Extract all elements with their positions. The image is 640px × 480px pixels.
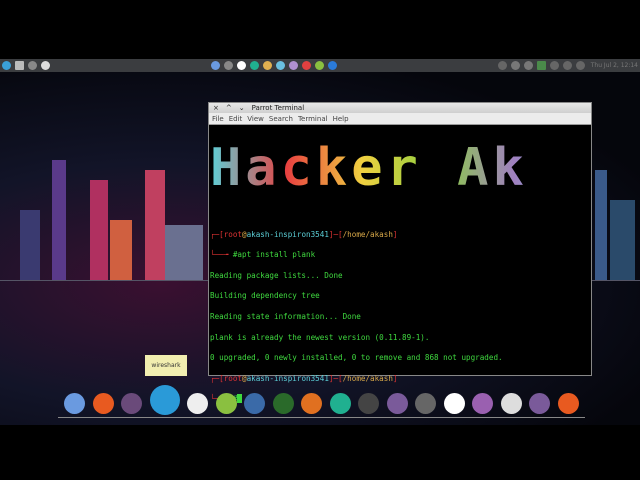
clock[interactable]: Thu Jul 2, 12:14 [591, 62, 638, 69]
dock-text-editor-icon[interactable] [472, 393, 494, 414]
dock-files-icon[interactable] [386, 393, 408, 414]
close-icon[interactable]: × [213, 104, 219, 112]
dock-firefox-2-icon[interactable] [557, 393, 579, 414]
launcher-icon[interactable] [236, 61, 246, 70]
dock-image-viewer-icon[interactable] [215, 393, 237, 414]
terminal-output[interactable]: Hacker Ak ┌─[root@akash-inspiron3541]─[/… [209, 125, 591, 429]
power-icon[interactable] [575, 61, 585, 70]
dock-chromium-icon[interactable] [64, 393, 85, 414]
terminal-titlebar[interactable]: × ^ ⌄ Parrot Terminal [209, 103, 591, 113]
network-icon[interactable] [523, 61, 533, 70]
link-icon[interactable] [28, 61, 37, 70]
plank-dock [58, 384, 585, 418]
chevron-down-icon[interactable]: ⌄ [239, 104, 245, 112]
output-line: Reading package lists... Done [210, 270, 343, 280]
menu-view[interactable]: View [247, 115, 264, 123]
window-title: Parrot Terminal [251, 104, 305, 112]
launcher-icon[interactable] [288, 61, 298, 70]
launcher-icon[interactable] [327, 61, 337, 70]
launcher-icon[interactable] [275, 61, 285, 70]
menu-icon[interactable] [2, 61, 11, 70]
ascii-banner: Hacker Ak [210, 139, 590, 219]
volume-icon[interactable] [510, 61, 520, 70]
dock-system-monitor-icon[interactable] [272, 393, 294, 414]
dock-trash-icon[interactable] [415, 393, 437, 414]
launcher-icon[interactable] [262, 61, 272, 70]
launcher-icon[interactable] [314, 61, 324, 70]
dock-burpsuite-icon[interactable] [301, 393, 323, 414]
prompt-line: ┌─[root@akash-inspiron3541]─[/home/akash… [210, 229, 398, 239]
dock-tooltip: wireshark [145, 355, 187, 376]
dock-activity-monitor-icon[interactable] [329, 393, 351, 414]
maximize-icon[interactable]: ^ [226, 104, 232, 112]
dock-firefox-icon[interactable] [92, 393, 114, 414]
terminal-window: × ^ ⌄ Parrot Terminal File Edit View Sea… [208, 102, 592, 404]
menu-search[interactable]: Search [269, 115, 293, 123]
dock-tor-browser-icon[interactable] [121, 393, 143, 414]
output-line: Reading state information... Done [210, 311, 361, 321]
prompt-line: ┌─[root@akash-inspiron3541]─[/home/akash… [210, 373, 398, 383]
launcher-icon[interactable] [223, 61, 233, 70]
menu-terminal[interactable]: Terminal [298, 115, 328, 123]
launcher-icon[interactable] [249, 61, 259, 70]
dock-wireshark-icon[interactable] [149, 384, 180, 415]
dock-folder-icon[interactable] [529, 393, 551, 414]
refresh-icon[interactable] [549, 61, 559, 70]
output-line: 0 upgraded, 0 newly installed, 0 to remo… [210, 353, 503, 363]
output-line: Building dependency tree [210, 291, 320, 301]
launcher-icon[interactable] [301, 61, 311, 70]
battery-icon[interactable] [536, 61, 546, 70]
launcher-icon[interactable] [210, 61, 220, 70]
menu-file[interactable]: File [212, 115, 224, 123]
lock-icon[interactable] [562, 61, 572, 70]
command-line: └──╼ #apt install plank [210, 250, 316, 260]
menu-edit[interactable]: Edit [229, 115, 243, 123]
top-panel: Thu Jul 2, 12:14 [0, 59, 640, 72]
dock-mail-icon[interactable] [244, 393, 266, 414]
dock-clock-icon[interactable] [500, 393, 522, 414]
dock-chess-icon[interactable] [187, 393, 209, 414]
dock-app-coral-icon[interactable] [443, 393, 465, 414]
terminal-menubar: File Edit View Search Terminal Help [209, 113, 591, 125]
menu-help[interactable]: Help [333, 115, 349, 123]
bluetooth-icon[interactable] [497, 61, 507, 70]
files-icon[interactable] [15, 61, 24, 70]
output-line: plank is already the newest version (0.1… [210, 332, 430, 342]
dock-terminal-icon[interactable] [358, 393, 380, 414]
eyes-icon[interactable] [41, 61, 50, 70]
